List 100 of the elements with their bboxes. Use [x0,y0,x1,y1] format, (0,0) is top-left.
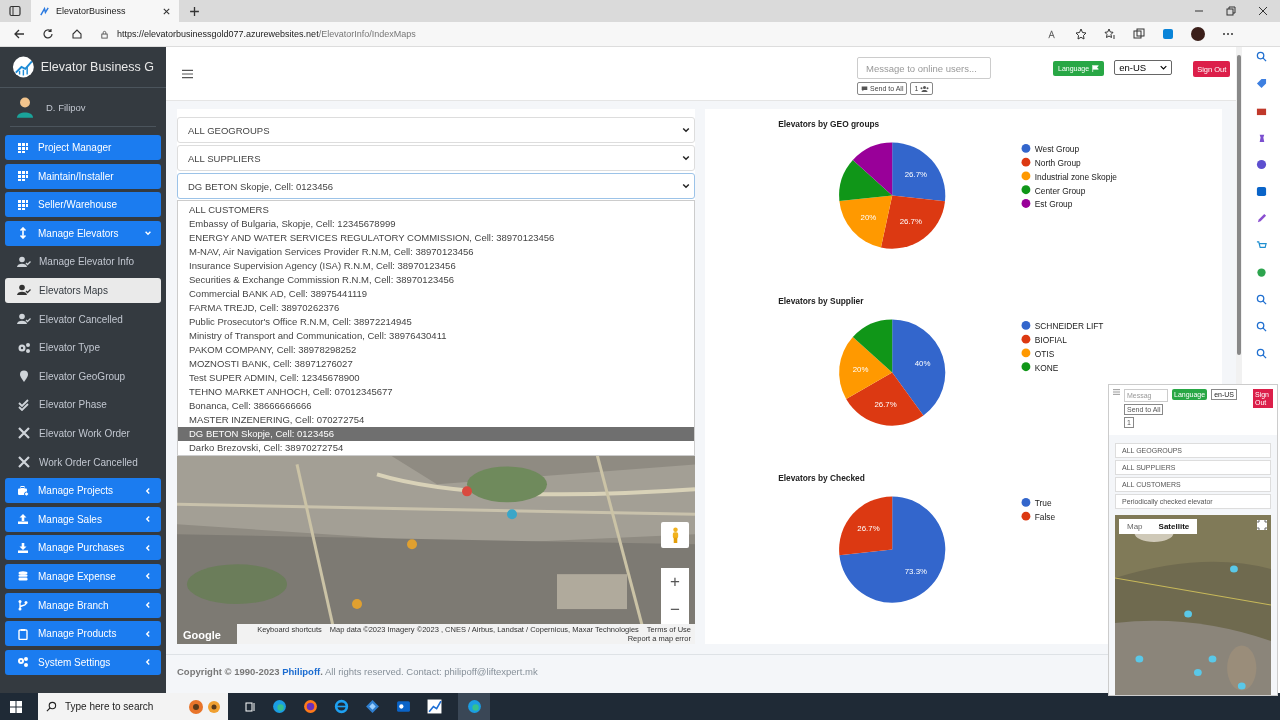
close-icon[interactable] [162,6,171,16]
home-icon[interactable] [71,28,83,40]
restore-icon[interactable] [1226,6,1236,16]
legend-label: SCHNEIDER LIFT [1034,321,1104,332]
search-icon[interactable] [1255,294,1267,305]
filter-select[interactable]: ALL GEOGROUPS [177,117,695,143]
user-name: D. Filipov [46,101,86,113]
taskbar-app-button[interactable] [458,693,490,720]
nav-item[interactable]: Seller/Warehouse [5,192,161,218]
task-view-icon[interactable] [244,700,256,713]
tab-actions-icon[interactable] [9,5,21,17]
dropdown-option[interactable]: Darko Brezovski, Cell: 38970272754 [178,441,694,455]
menu-icon[interactable] [182,69,193,79]
legend-label: West Group [1034,144,1080,155]
nav-item[interactable]: Manage Projects [5,478,161,504]
nav-item[interactable]: Maintain/Installer [5,163,161,189]
windows-icon[interactable] [10,700,22,713]
search-icon[interactable] [1255,348,1267,359]
dropdown-option[interactable]: MOZNOSTI BANK, Cell: 38971276027 [178,357,694,371]
nav-subitem[interactable]: Elevators Maps [5,277,161,303]
nav-subitem[interactable]: Elevator Cancelled [5,306,161,332]
nav-item[interactable]: Manage Elevators [5,220,161,246]
map-type-tab[interactable]: Map [1119,519,1151,534]
scrollbar-thumb[interactable] [1237,55,1241,355]
close-icon[interactable] [1258,6,1268,16]
new-tab-icon[interactable] [189,5,200,17]
browser-tab[interactable]: ElevatorBusiness [31,0,179,22]
favorites-icon[interactable] [1104,28,1116,40]
nav-item[interactable]: Manage Products [5,621,161,647]
nav-subitem[interactable]: Elevator Type [5,335,161,361]
back-icon[interactable] [13,28,25,40]
gears-icon [17,341,31,354]
taskbar-search-field[interactable]: Type here to search [38,693,228,720]
map-type-tab[interactable]: Satellite [1150,519,1198,534]
gears-icon [17,656,29,669]
search-icon[interactable] [1255,321,1267,332]
dropdown-option[interactable]: MASTER INZENERING, Cell: 070272754 [178,413,694,427]
fullscreen-icon[interactable] [1257,520,1267,530]
briefcase-icon [17,484,29,497]
user-check-icon [17,284,31,297]
profile-avatar[interactable] [1191,27,1205,41]
dropdown-option[interactable]: Test SUPER ADMIN, Cell: 12345678900 [178,371,694,385]
tag-icon[interactable] [1255,78,1267,89]
favorite-icon[interactable] [1075,28,1087,40]
dropdown-option[interactable]: DG BETON Skopje, Cell: 0123456 [178,427,694,441]
lock-icon[interactable] [100,29,109,39]
user-check-icon [17,313,31,326]
message-field[interactable]: Message to online users... [857,57,991,79]
nav-item[interactable]: Manage Sales [5,506,161,532]
grid-icon [17,141,29,154]
nav-subitem[interactable]: Elevator Phase [5,392,161,418]
nav-item[interactable]: System Settings [5,649,161,675]
nav-subitem[interactable]: Work Order Cancelled [5,449,161,475]
dropdown-option[interactable]: M-NAV, Air Navigation Services Provider R.N.M, Cell: 38970123456 [178,245,694,259]
dropdown-option[interactable]: Embassy of Bulgaria, Skopje, Cell: 12345678999 [178,217,694,231]
search-icon[interactable] [1255,51,1267,62]
nav-subitem[interactable]: Manage Elevator Info [5,249,161,275]
dropdown-option[interactable]: Public Prosecutor's Office R.N.M, Cell: 38972214945 [178,315,694,329]
legend-label: KONE [1034,362,1059,373]
collections-icon[interactable] [1133,28,1145,40]
dropdown-option[interactable]: ALL CUSTOMERS [178,203,694,217]
dropdown-option[interactable]: TEHNO MARKET ANHOCH, Cell: 07012345677 [178,385,694,399]
person-icon [670,527,680,543]
dropdown-option[interactable]: PAKOM COMPANY, Cell: 38978298252 [178,343,694,357]
diamond-icon[interactable] [365,699,380,714]
cart-icon[interactable] [1255,240,1267,251]
legend-label: False [1034,512,1056,523]
dropdown-option[interactable]: Securities & Exchange Commission R.N.M, Cell: 38970123456 [178,273,694,287]
dropdown-option[interactable]: Commercial BANK AD, Cell: 38975441119 [178,287,694,301]
users-icon [920,84,930,93]
dropdown-option[interactable]: FARMA TREJD, Cell: 38970262376 [178,301,694,315]
flag-icon [1092,65,1100,72]
filter-select[interactable]: DG BETON Skopje, Cell: 0123456 [177,173,695,199]
dropdown-option[interactable]: Insurance Supervision Agency (ISA) R.N.M, Cell: 38970123456 [178,259,694,273]
circle-icon[interactable] [1255,159,1267,170]
refresh-icon[interactable] [42,28,54,40]
nav-item[interactable]: Manage Branch [5,592,161,618]
dropdown-option[interactable]: Ministry of Transport and Communication, Cell: 38976430411 [178,329,694,343]
slice-label: 73.3% [904,566,928,576]
nav-subitem[interactable]: Elevator GeoGroup [5,363,161,389]
clipboard-icon [17,627,29,640]
user-check-icon [17,255,31,268]
legend-label: True [1034,498,1052,509]
nav-item[interactable]: Project Manager [5,135,161,160]
filter-select[interactable]: ALL SUPPLIERS [177,145,695,171]
language-select[interactable]: en-US [1114,60,1173,75]
user-avatar [16,96,34,118]
chart-title: Elevators by Checked [778,472,865,483]
pencil-icon[interactable] [1255,213,1267,224]
read-aloud-icon[interactable] [1047,28,1058,40]
caret-icon [1160,64,1168,71]
nav-subitem[interactable]: Elevator Work Order [5,420,161,446]
dropdown-option[interactable]: ENERGY AND WATER SERVICES REGULATORY COMMISSION, Cell: 38970123456 [178,231,694,245]
chart-app-icon[interactable] [427,699,442,714]
nav-item[interactable]: Manage Purchases [5,535,161,561]
double-check-icon [17,398,31,411]
legend-label: Center Group [1034,185,1086,196]
map-logo: Google [183,629,221,641]
dropdown-option[interactable]: Bonanca, Cell: 38666666666 [178,399,694,413]
nav-item[interactable]: Manage Expense [5,563,161,589]
